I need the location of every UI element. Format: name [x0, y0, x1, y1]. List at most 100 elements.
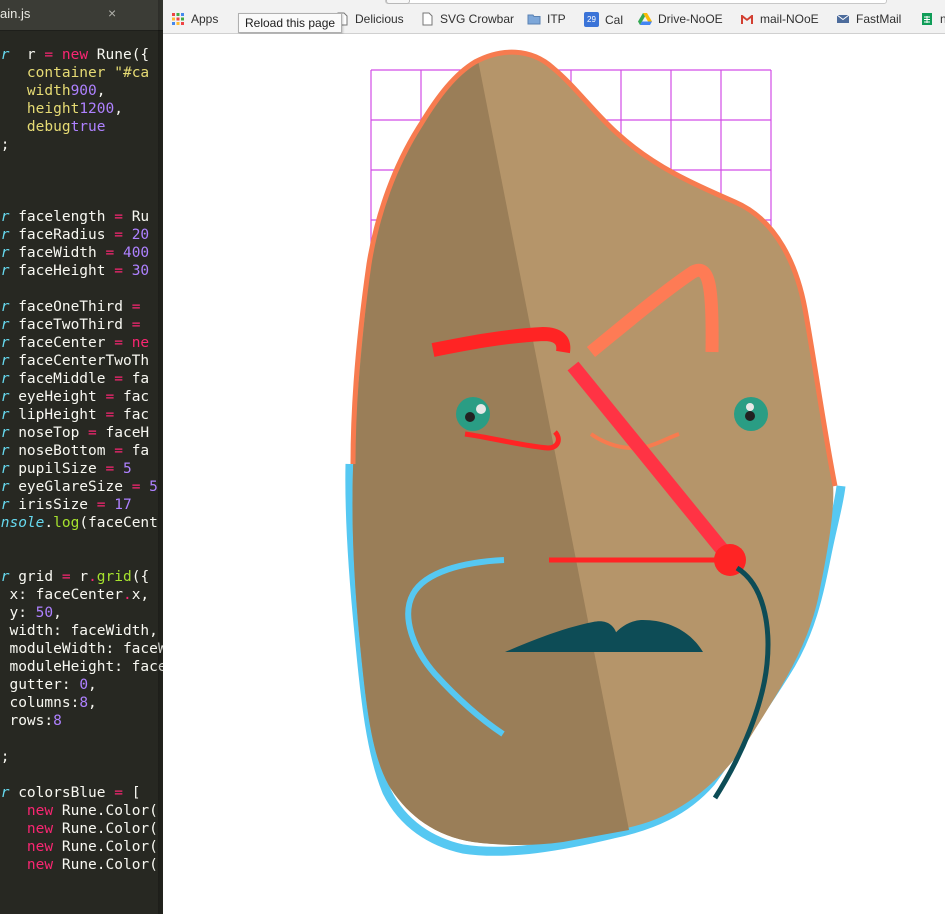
code-line[interactable]: onsole.log(faceCent	[0, 514, 163, 532]
bookmark-drive[interactable]: Drive-NoOE	[638, 12, 723, 26]
code-line[interactable]: ar faceCenterTwoTh	[0, 352, 163, 370]
bookmark-label: Apps	[191, 12, 219, 26]
address-bar[interactable]	[385, 0, 887, 4]
code-line[interactable]: moduleHeight: face	[0, 658, 163, 676]
code-line[interactable]	[0, 172, 163, 190]
code-line[interactable]: width900,	[0, 82, 163, 100]
code-line[interactable]: ar faceHeight = 30	[0, 262, 163, 280]
page-icon	[422, 12, 433, 26]
code-line[interactable]	[0, 730, 163, 748]
code-token: y:	[9, 605, 27, 621]
code-line[interactable]: new Rune.Color(	[0, 856, 163, 874]
rune-canvas[interactable]	[163, 34, 945, 914]
code-token: r	[9, 47, 45, 63]
code-token: eyeHeight	[9, 389, 106, 405]
code-line[interactable]: new Rune.Color(	[0, 820, 163, 838]
code-line[interactable]: ar faceTwoThird =	[0, 316, 163, 334]
code-token: noseTop	[9, 425, 89, 441]
code-token: lipHeight	[9, 407, 106, 423]
bookmark-cal[interactable]: 29 Cal	[584, 12, 623, 27]
code-line[interactable]: debugtrue	[0, 118, 163, 136]
code-token: faceH	[96, 425, 150, 441]
code-line[interactable]: gutter: 0,	[0, 676, 163, 694]
apps-grid-icon	[172, 13, 184, 25]
bookmark-itp[interactable]: ITP	[527, 12, 566, 26]
code-line[interactable]: ar noseBottom = fa	[0, 442, 163, 460]
code-token: fac	[114, 407, 150, 423]
bookmark-svg-crowbar[interactable]: SVG Crowbar	[420, 12, 514, 26]
code-token: =	[105, 407, 115, 423]
code-line[interactable]: x: faceCenter.x,	[0, 586, 163, 604]
code-line[interactable]: ar faceOneThird =	[0, 298, 163, 316]
code-line[interactable]	[0, 550, 163, 568]
bookmark-sheets[interactable]: n	[920, 12, 945, 26]
code-token: x: faceCenter	[0, 587, 123, 603]
code-token: ,	[88, 677, 97, 693]
bookmark-label: mail-NOoE	[760, 12, 819, 26]
code-line[interactable]: ar irisSize = 17	[0, 496, 163, 514]
code-line[interactable]: height1200,	[0, 100, 163, 118]
code-line[interactable]: ar facelength = Ru	[0, 208, 163, 226]
code-line[interactable]	[0, 280, 163, 298]
code-line[interactable]: );	[0, 748, 163, 766]
code-line[interactable]: width: faceWidth,	[0, 622, 163, 640]
reload-button[interactable]	[386, 0, 410, 4]
face-drawing	[345, 49, 846, 856]
code-token: );	[0, 137, 10, 153]
code-editor[interactable]: ain.js × ar r = new Rune({ container "#c…	[0, 0, 163, 914]
code-token: moduleHeight: face	[0, 659, 163, 675]
code-line[interactable]: ar r = new Rune({	[0, 46, 163, 64]
code-line[interactable]: ar noseTop = faceH	[0, 424, 163, 442]
code-line[interactable]	[0, 190, 163, 208]
bookmark-mail[interactable]: mail-NOoE	[740, 12, 819, 26]
bookmark-fastmail[interactable]: FastMail	[836, 12, 901, 26]
code-line[interactable]: ar eyeGlareSize = 5	[0, 478, 163, 496]
code-token: =	[105, 245, 115, 261]
code-token: log	[53, 515, 80, 531]
code-line[interactable]: new Rune.Color(	[0, 802, 163, 820]
bookmark-delicious[interactable]: Delicious	[335, 12, 404, 26]
code-token: new	[26, 803, 54, 819]
code-line[interactable]: );	[0, 136, 163, 154]
code-line[interactable]: ar faceMiddle = fa	[0, 370, 163, 388]
code-line[interactable]: rows:8	[0, 712, 163, 730]
bookmark-label: Drive-NoOE	[658, 12, 723, 26]
bookmark-label: ITP	[547, 12, 566, 26]
code-line[interactable]: ar colorsBlue = [	[0, 784, 163, 802]
code-token: x,	[131, 587, 150, 603]
code-token: 900	[70, 83, 97, 99]
code-line[interactable]: ar faceWidth = 400	[0, 244, 163, 262]
code-line[interactable]: ar lipHeight = fac	[0, 406, 163, 424]
code-line[interactable]: container "#ca	[0, 64, 163, 82]
code-token: =	[88, 425, 97, 441]
code-line[interactable]	[0, 766, 163, 784]
code-line[interactable]: ar eyeHeight = fac	[0, 388, 163, 406]
code-token: =	[105, 461, 115, 477]
code-line[interactable]: moduleWidth: faceW	[0, 640, 163, 658]
code-line[interactable]	[0, 154, 163, 172]
code-line[interactable]: y: 50,	[0, 604, 163, 622]
code-line[interactable]: ar faceRadius = 20	[0, 226, 163, 244]
code-line[interactable]: new Rune.Color(	[0, 838, 163, 856]
code-token: rows:	[9, 713, 54, 729]
code-token: ({	[131, 569, 150, 585]
code-token: onsole	[0, 515, 45, 531]
code-token: =	[114, 227, 123, 243]
editor-tab[interactable]: ain.js ×	[0, 0, 163, 31]
code-line[interactable]: ar faceCenter = ne	[0, 334, 163, 352]
code-line[interactable]: ar grid = r.grid({	[0, 568, 163, 586]
code-line[interactable]: ar pupilSize = 5	[0, 460, 163, 478]
code-line[interactable]: columns:8,	[0, 694, 163, 712]
bookmark-apps[interactable]: Apps	[171, 12, 218, 26]
code-token: width	[26, 83, 71, 99]
code-token: irisSize	[9, 497, 97, 513]
code-token: =	[131, 299, 141, 315]
folder-icon	[527, 14, 541, 25]
code-token: .	[122, 587, 132, 603]
code-line[interactable]	[0, 532, 163, 550]
code-token: new	[26, 857, 54, 873]
close-icon[interactable]: ×	[108, 5, 116, 21]
